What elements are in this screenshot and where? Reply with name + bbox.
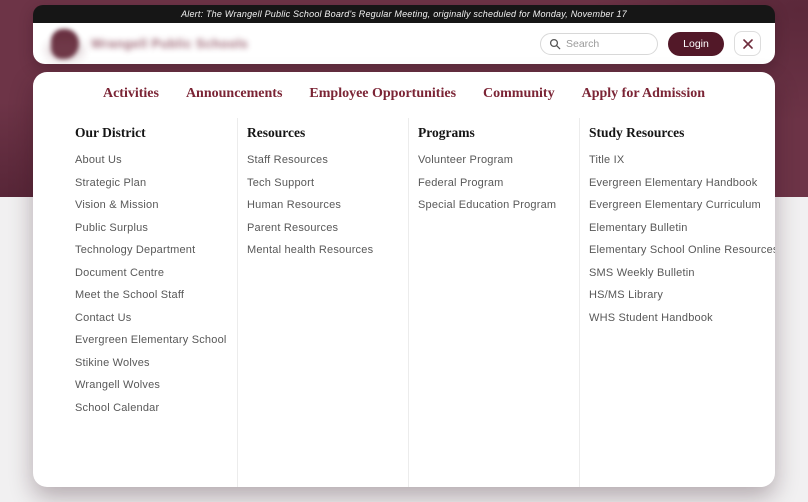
nav-item-announcements[interactable]: Announcements [186,85,282,102]
site-logo[interactable]: Wrangell Public Schools [51,29,540,59]
menu-item-evergreen-elementary-school[interactable]: Evergreen Elementary School [75,334,231,346]
menu-item-sms-weekly-bulletin[interactable]: SMS Weekly Bulletin [589,267,769,279]
search-box[interactable] [540,33,658,55]
search-input[interactable] [566,38,649,50]
menu-column-resources: Resources Staff Resources Tech Support H… [237,118,408,487]
school-logo-icon [51,29,79,59]
menu-item-volunteer-program[interactable]: Volunteer Program [418,154,573,166]
alert-bar: Alert: The Wrangell Public School Board'… [33,5,775,23]
menu-column-study-resources: Study Resources Title IX Evergreen Eleme… [579,118,775,487]
menu-item-strategic-plan[interactable]: Strategic Plan [75,177,231,189]
primary-nav: Activities Announcements Employee Opport… [33,72,775,102]
menu-column-programs: Programs Volunteer Program Federal Progr… [408,118,579,487]
menu-item-staff-resources[interactable]: Staff Resources [247,154,402,166]
mega-menu-columns: Our District About Us Strategic Plan Vis… [33,118,775,487]
menu-item-meet-the-school-staff[interactable]: Meet the School Staff [75,289,231,301]
menu-column-our-district: Our District About Us Strategic Plan Vis… [33,118,237,487]
menu-item-wrangell-wolves[interactable]: Wrangell Wolves [75,379,231,391]
column-title: Our District [75,124,231,141]
column-title: Resources [247,124,402,141]
menu-item-elementary-school-online-resources[interactable]: Elementary School Online Resources [589,244,769,256]
menu-item-public-surplus[interactable]: Public Surplus [75,222,231,234]
site-logo-text: Wrangell Public Schools [91,37,248,51]
menu-item-contact-us[interactable]: Contact Us [75,312,231,324]
menu-item-vision-mission[interactable]: Vision & Mission [75,199,231,211]
close-icon [742,38,754,50]
nav-item-employee-opportunities[interactable]: Employee Opportunities [309,85,456,102]
alert-text: Alert: The Wrangell Public School Board'… [181,9,627,19]
menu-item-school-calendar[interactable]: School Calendar [75,402,231,414]
menu-item-whs-student-handbook[interactable]: WHS Student Handbook [589,312,769,324]
menu-item-stikine-wolves[interactable]: Stikine Wolves [75,357,231,369]
nav-item-activities[interactable]: Activities [103,85,159,102]
menu-item-federal-program[interactable]: Federal Program [418,177,573,189]
login-button[interactable]: Login [668,32,724,56]
menu-item-title-ix[interactable]: Title IX [589,154,769,166]
close-menu-button[interactable] [734,31,761,56]
menu-item-about-us[interactable]: About Us [75,154,231,166]
search-icon [549,38,561,50]
menu-item-elementary-bulletin[interactable]: Elementary Bulletin [589,222,769,234]
nav-item-apply-for-admission[interactable]: Apply for Admission [582,85,705,102]
site-header: Wrangell Public Schools Login [33,23,775,64]
column-title: Programs [418,124,573,141]
menu-item-special-education-program[interactable]: Special Education Program [418,199,573,211]
nav-item-community[interactable]: Community [483,85,555,102]
menu-item-parent-resources[interactable]: Parent Resources [247,222,402,234]
menu-item-evergreen-elementary-curriculum[interactable]: Evergreen Elementary Curriculum [589,199,769,211]
menu-item-technology-department[interactable]: Technology Department [75,244,231,256]
header-actions: Login [540,31,761,56]
menu-item-document-centre[interactable]: Document Centre [75,267,231,279]
menu-item-hs-ms-library[interactable]: HS/MS Library [589,289,769,301]
menu-item-human-resources[interactable]: Human Resources [247,199,402,211]
page: Alert: The Wrangell Public School Board'… [0,0,808,502]
menu-item-mental-health-resources[interactable]: Mental health Resources [247,244,402,256]
menu-item-evergreen-elementary-handbook[interactable]: Evergreen Elementary Handbook [589,177,769,189]
mega-menu-panel: Activities Announcements Employee Opport… [33,72,775,487]
menu-item-tech-support[interactable]: Tech Support [247,177,402,189]
header-card: Alert: The Wrangell Public School Board'… [33,5,775,64]
column-title: Study Resources [589,124,769,141]
